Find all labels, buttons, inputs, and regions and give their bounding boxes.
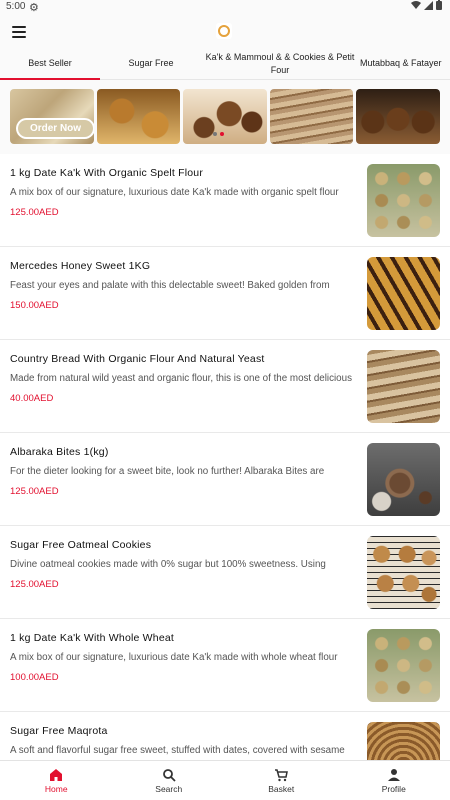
- nav-home[interactable]: Home: [0, 761, 113, 800]
- nav-profile[interactable]: Profile: [338, 761, 450, 800]
- product-description: Made from natural wild yeast and organic…: [10, 373, 352, 384]
- status-time: 5:00: [6, 1, 26, 12]
- status-icons: [411, 0, 442, 10]
- product-name: Albaraka Bites 1(kg): [10, 446, 109, 458]
- menu-icon[interactable]: [12, 26, 26, 38]
- product-price: 150.00AED: [10, 300, 59, 311]
- tab-best-seller[interactable]: Best Seller: [0, 48, 100, 80]
- signal-icon: [424, 0, 433, 10]
- product-list: 1 kg Date Ka'k With Organic Spelt Flour …: [0, 154, 450, 800]
- category-tabs: Best Seller Sugar Free Ka'k & Mammoul & …: [0, 48, 450, 80]
- product-price: 125.00AED: [10, 207, 59, 218]
- nav-search-label: Search: [155, 783, 183, 794]
- home-icon: [50, 768, 63, 781]
- banner-image-bread: [269, 89, 354, 144]
- product-name: Sugar Free Maqrota: [10, 725, 108, 737]
- banner-image-baklava: [96, 89, 181, 144]
- product-item[interactable]: 1 kg Date Ka'k With Whole Wheat A mix bo…: [0, 619, 450, 712]
- product-image: [367, 350, 440, 423]
- product-item[interactable]: Mercedes Honey Sweet 1KG Feast your eyes…: [0, 247, 450, 340]
- banner-image-crackers: Order Now: [10, 89, 94, 144]
- nav-basket[interactable]: Basket: [225, 761, 338, 800]
- product-description: Feast your eyes and palate with this del…: [10, 280, 330, 291]
- nav-home-label: Home: [44, 783, 68, 794]
- product-description: For the dieter looking for a sweet bite,…: [10, 466, 325, 477]
- product-price: 125.00AED: [10, 486, 59, 497]
- nav-basket-label: Basket: [268, 783, 295, 794]
- product-item[interactable]: Albaraka Bites 1(kg) For the dieter look…: [0, 433, 450, 526]
- basket-icon: [275, 768, 289, 781]
- product-item[interactable]: 1 kg Date Ka'k With Organic Spelt Flour …: [0, 154, 450, 247]
- tab-sugar-free[interactable]: Sugar Free: [100, 48, 202, 79]
- product-image: [367, 629, 440, 702]
- app-bar: [0, 16, 450, 48]
- product-image: [367, 536, 440, 609]
- tab-kak-mammoul-cookies[interactable]: Ka'k & Mammoul & & Cookies & Petit Four: [202, 48, 358, 79]
- product-description: Divine oatmeal cookies made with 0% suga…: [10, 559, 326, 570]
- product-name: 1 kg Date Ka'k With Organic Spelt Flour: [10, 167, 204, 179]
- product-description: A mix box of our signature, luxurious da…: [10, 187, 339, 198]
- profile-icon: [387, 768, 400, 781]
- product-name: Mercedes Honey Sweet 1KG: [10, 260, 151, 272]
- bottom-navigation: Home Search Basket Profile: [0, 760, 450, 800]
- product-description: A mix box of our signature, luxurious da…: [10, 652, 338, 663]
- product-price: 100.00AED: [10, 672, 59, 683]
- banner-image-cookies: [183, 89, 267, 144]
- product-name: 1 kg Date Ka'k With Whole Wheat: [10, 632, 175, 644]
- brand-logo: [216, 23, 232, 39]
- nav-profile-label: Profile: [381, 783, 406, 794]
- wifi-icon: [411, 0, 421, 9]
- nav-search[interactable]: Search: [113, 761, 226, 800]
- product-name: Sugar Free Oatmeal Cookies: [10, 539, 152, 551]
- product-price: 125.00AED: [10, 579, 59, 590]
- product-image: [367, 443, 440, 516]
- order-now-button[interactable]: Order Now: [18, 120, 93, 137]
- tab-mutabbaq-fatayer[interactable]: Mutabbaq & Fatayer: [358, 48, 450, 79]
- product-price: 40.00AED: [10, 393, 54, 404]
- battery-icon: [436, 0, 442, 10]
- product-item[interactable]: Country Bread With Organic Flour And Nat…: [0, 340, 450, 433]
- promo-banner[interactable]: Order Now: [10, 89, 440, 144]
- product-item[interactable]: Sugar Free Oatmeal Cookies Divine oatmea…: [0, 526, 450, 619]
- product-image: [367, 257, 440, 330]
- search-icon: [162, 768, 176, 782]
- product-name: Country Bread With Organic Flour And Nat…: [10, 353, 265, 365]
- product-image: [367, 164, 440, 237]
- banner-image-rolls: [356, 89, 440, 144]
- status-bar: 5:00 ⚙: [0, 0, 450, 14]
- product-description: A soft and flavorful sugar free sweet, s…: [10, 745, 345, 756]
- gear-icon: ⚙: [29, 2, 39, 14]
